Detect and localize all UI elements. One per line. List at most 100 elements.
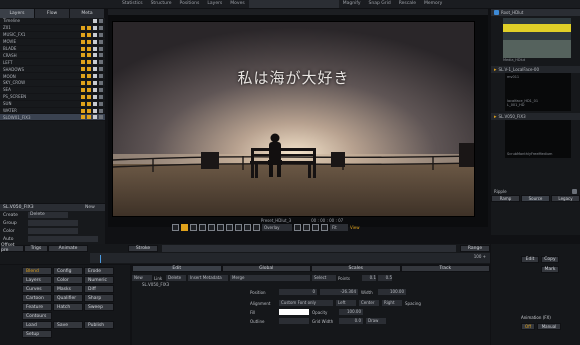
animation-off-button[interactable]: Off: [521, 323, 535, 330]
tab-edit[interactable]: Edit: [132, 265, 222, 272]
layer-lock-icon[interactable]: [87, 108, 91, 113]
layer-visibility-checkbox[interactable]: [93, 32, 97, 37]
tab-global[interactable]: Global: [221, 265, 311, 272]
layer-row[interactable]: LEFT: [0, 59, 105, 67]
layer-row[interactable]: Z01: [0, 25, 105, 32]
layer-visibility-checkbox[interactable]: [93, 108, 97, 113]
layer-color-swatch[interactable]: [81, 25, 85, 30]
layer-row[interactable]: WATER: [0, 108, 105, 115]
layer-color-swatch[interactable]: [81, 115, 85, 120]
expand-icon[interactable]: ▸: [494, 67, 497, 73]
tab-ramp[interactable]: Ramp: [491, 195, 520, 202]
delete-layer-button[interactable]: Delete: [166, 275, 186, 281]
layer-color-swatch[interactable]: [81, 101, 85, 106]
position-y-field[interactable]: -26.304: [320, 289, 358, 295]
tool-button[interactable]: Numeric: [84, 276, 114, 284]
auto-field[interactable]: [28, 236, 98, 242]
insert-metadata-button[interactable]: Insert Metadata: [188, 275, 228, 281]
channel-b-icon[interactable]: [312, 223, 319, 231]
crop-icon[interactable]: [217, 223, 224, 231]
viewer-frame[interactable]: 私は海が大好き: [112, 21, 475, 217]
timeline-search-field[interactable]: [162, 244, 456, 252]
layer-solo-checkbox[interactable]: [99, 67, 103, 72]
mode-label[interactable]: View: [350, 224, 368, 231]
layer-lock-icon[interactable]: [87, 25, 91, 30]
layer-solo-checkbox[interactable]: [99, 94, 103, 99]
layer-lock-icon[interactable]: [87, 101, 91, 106]
mark-in-icon[interactable]: [199, 223, 206, 231]
menu-rescale[interactable]: Rescale: [395, 0, 420, 8]
tool-button[interactable]: Layers: [22, 276, 52, 284]
layer-lock-icon[interactable]: [87, 94, 91, 99]
select-button[interactable]: Select: [312, 275, 336, 281]
playhead[interactable]: [100, 255, 101, 263]
tab-trigs[interactable]: Trigs: [24, 244, 48, 252]
layer-visibility-checkbox[interactable]: [93, 39, 97, 44]
layer-row[interactable]: CRASH: [0, 52, 105, 60]
layer-color-swatch[interactable]: [81, 87, 85, 92]
tool-button[interactable]: Blend: [22, 267, 52, 275]
menu-layers[interactable]: Layers: [203, 0, 226, 8]
layer-row[interactable]: PS_SCREEN: [0, 94, 105, 101]
close-icon[interactable]: [572, 189, 577, 194]
layer-solo-checkbox[interactable]: [99, 101, 103, 106]
layer-visibility-checkbox[interactable]: [93, 94, 97, 99]
layer-row[interactable]: MUSIC_FX1: [0, 32, 105, 39]
loop-icon[interactable]: [190, 223, 197, 231]
tool-button[interactable]: Diff: [84, 285, 114, 293]
range-button[interactable]: Range: [460, 244, 490, 252]
layer-lock-icon[interactable]: [87, 60, 91, 65]
layer-visibility-checkbox[interactable]: [93, 18, 97, 23]
layer-solo-checkbox[interactable]: [99, 74, 103, 79]
layer-solo-checkbox[interactable]: [99, 60, 103, 65]
layer-lock-icon[interactable]: [87, 67, 91, 72]
tool-button[interactable]: Sweep: [84, 303, 114, 311]
layer-color-swatch[interactable]: [81, 39, 85, 44]
layer-lock-icon[interactable]: [87, 115, 91, 120]
layer-row[interactable]: SKY_CROW: [0, 80, 105, 87]
layer-solo-checkbox[interactable]: [99, 115, 103, 120]
layer-color-swatch[interactable]: [81, 80, 85, 85]
tool-button[interactable]: Save: [53, 321, 83, 329]
tab-meta[interactable]: Meta: [70, 9, 105, 18]
tool-button[interactable]: Curves: [22, 285, 52, 293]
layer-solo-checkbox[interactable]: [99, 108, 103, 113]
layer-solo-checkbox[interactable]: [99, 80, 103, 85]
subtitle-overlay[interactable]: 私は海が大好き: [113, 67, 474, 88]
layer-color-swatch[interactable]: [81, 53, 85, 58]
mark-out-icon[interactable]: [208, 223, 215, 231]
channel-g-icon[interactable]: [303, 223, 310, 231]
layer-visibility-checkbox[interactable]: [93, 67, 97, 72]
layer-row[interactable]: MOON: [0, 73, 105, 81]
stroke-button[interactable]: Stroke: [128, 244, 158, 252]
layer-row[interactable]: MOVIE: [0, 39, 105, 46]
layer-row[interactable]: SLOW01_FIX3: [0, 114, 105, 122]
menu-magnify[interactable]: Magnify: [339, 0, 365, 8]
tab-track[interactable]: Track: [400, 265, 490, 272]
layer-solo-checkbox[interactable]: [99, 53, 103, 58]
fill-color-swatch[interactable]: [279, 309, 309, 315]
position-x-field[interactable]: 0: [279, 289, 317, 295]
layer-lock-icon[interactable]: [87, 46, 91, 51]
menu-moves[interactable]: Moves: [226, 0, 248, 8]
layer-visibility-checkbox[interactable]: [93, 25, 97, 30]
snapshot-icon[interactable]: [253, 223, 260, 231]
layer-row[interactable]: SHADOWS: [0, 66, 105, 74]
compare-icon[interactable]: [244, 223, 251, 231]
edit-button[interactable]: Edit: [521, 256, 539, 263]
expand-icon[interactable]: ▸: [494, 114, 497, 120]
tab-flow[interactable]: Flow: [35, 9, 70, 18]
menu-spacer-field[interactable]: [248, 0, 339, 8]
layer-row[interactable]: Timeline: [0, 18, 105, 25]
animation-manual-button[interactable]: Manual: [537, 323, 561, 330]
align-right-button[interactable]: Right: [382, 300, 402, 306]
layer-visibility-checkbox[interactable]: [93, 60, 97, 65]
layer-solo-checkbox[interactable]: [99, 32, 103, 37]
copy-button[interactable]: Copy: [541, 256, 559, 263]
layer-row[interactable]: BLADE: [0, 46, 105, 53]
tool-button[interactable]: Contours: [22, 312, 52, 320]
menu-positions[interactable]: Positions: [176, 0, 204, 8]
channel-r-icon[interactable]: [294, 223, 301, 231]
layer-solo-checkbox[interactable]: [99, 25, 103, 30]
tab-animate[interactable]: Animate: [48, 244, 88, 252]
